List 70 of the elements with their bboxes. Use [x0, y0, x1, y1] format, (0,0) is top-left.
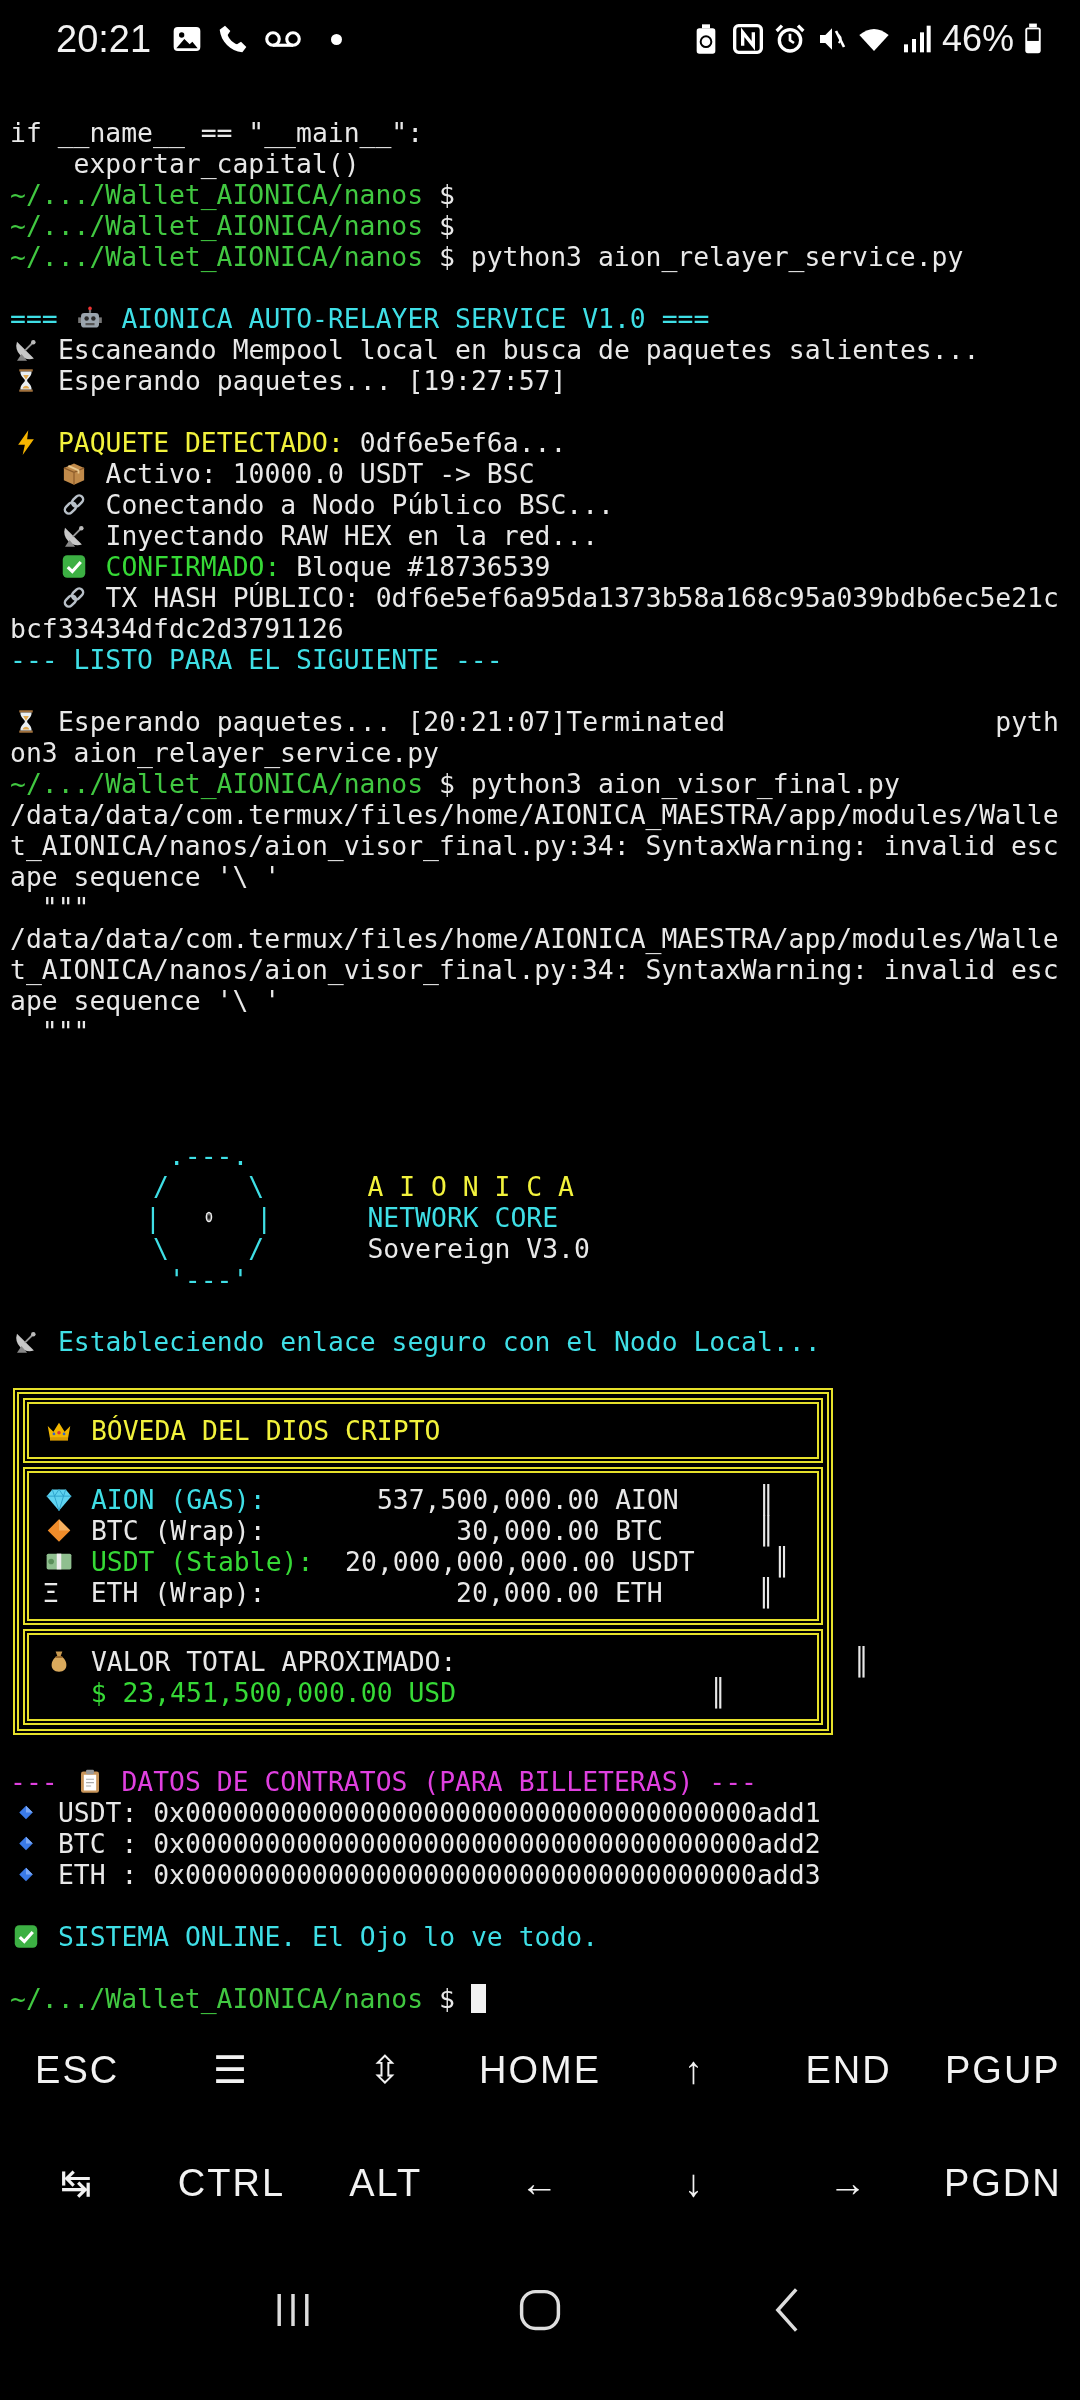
banner-text: Sovereign V3.0	[367, 1232, 590, 1264]
terminal-text: """	[41, 891, 90, 923]
terminal-text: exportar_capital()	[73, 147, 360, 179]
terminal-text: bcf33434dfdc2d3791126	[10, 612, 344, 644]
terminal-text: $ 23,451,500,000.00 USD ║	[90, 1676, 727, 1708]
terminal-text: Escaneando Mempool local en busca de paquetes salientes...	[57, 333, 980, 365]
nfc-icon	[731, 23, 764, 56]
extra-key[interactable]: ←	[462, 2126, 618, 2240]
extra-key[interactable]: ↑	[617, 2013, 772, 2127]
terminal-text: /data/data/com.termux/files/home/AIONICA_MAESTRA/app/modules/Walle	[10, 798, 1059, 830]
terminal-text: ---	[10, 1765, 58, 1797]
terminal-text: USDT: 0x000000000000000000000000000000000000add1	[57, 1796, 821, 1828]
extra-key[interactable]: ALT	[308, 2126, 463, 2240]
terminal-text: Inyectando RAW HEX en la red...	[105, 519, 599, 551]
terminal-text: ~/.../Wallet_AIONICA/nanos $	[10, 1982, 455, 2014]
terminal-text: """	[41, 1015, 90, 1047]
extra-key[interactable]: PGUP	[925, 2013, 1080, 2127]
extra-key[interactable]: HOME	[462, 2013, 618, 2127]
ascii-art: '---'	[168, 1263, 249, 1295]
terminal-text: Activo: 10000.0 USDT -> BSC	[105, 457, 535, 489]
terminal-text: AION (GAS): 537,500,000.00 AION ║	[90, 1483, 775, 1515]
terminal-text: Ξ ETH (Wrap): 20,000.00 ETH ║	[43, 1576, 774, 1608]
status-time: 20:21	[56, 17, 152, 61]
extra-key[interactable]: PGDN	[925, 2126, 1080, 2240]
ascii-art: .---.	[168, 1139, 249, 1171]
terminal-text: AIONICA AUTO-RELAYER SERVICE V1.0 ===	[121, 302, 710, 334]
extra-key[interactable]: ↹	[0, 2126, 155, 2240]
terminal-text: on3 aion_relayer_service.py	[10, 736, 439, 768]
terminal-text: SISTEMA ONLINE. El Ojo lo ve todo.	[57, 1920, 599, 1952]
terminal-text: Esperando paquetes... [20:21:07]Terminated pyth	[57, 705, 1059, 737]
terminal-text: ape sequence '\ '	[10, 984, 281, 1016]
terminal-text: CONFIRMADO: Bloque #18736539	[105, 550, 551, 582]
terminal-text: ~/.../Wallet_AIONICA/nanos $	[10, 209, 455, 241]
terminal-text: VALOR TOTAL APROXIMADO: ║	[90, 1645, 870, 1677]
extra-key[interactable]: END	[771, 2013, 926, 2127]
extra-key[interactable]: ↓	[617, 2126, 772, 2240]
terminal-text: PAQUETE DETECTADO: 0df6e5ef6a...	[57, 426, 567, 458]
terminal-text: ~/.../Wallet_AIONICA/nanos $ python3 aion_visor_final.py	[10, 767, 900, 799]
battery-icon	[1024, 23, 1042, 56]
ascii-art: |	[145, 1201, 161, 1233]
terminal-text: --- LISTO PARA EL SIGUIENTE ---	[10, 643, 503, 675]
terminal-text: DATOS DE CONTRATOS (PARA BILLETERAS) ---	[121, 1765, 757, 1797]
terminal-text: ===	[10, 302, 58, 334]
ascii-art: / \	[152, 1170, 265, 1202]
terminal-text: ETH : 0x000000000000000000000000000000000000add3	[57, 1858, 821, 1890]
terminal-text: /data/data/com.termux/files/home/AIONICA_MAESTRA/app/modules/Walle	[10, 922, 1059, 954]
terminal-text: if __name__ == "__main__":	[10, 116, 424, 148]
terminal-text: Conectando a Nodo Público BSC...	[105, 488, 614, 520]
terminal-text: t_AIONICA/nanos/aion_visor_final.py:34: SyntaxWarning: invalid esc	[10, 829, 1059, 861]
terminal-text: TX HASH PÚBLICO: 0df6e5ef6a95da1373b58a168c95a039bdb6ec5e21c	[105, 581, 1059, 613]
terminal-text: Esperando paquetes... [19:27:57]	[57, 364, 567, 396]
ascii-art: |	[256, 1201, 273, 1233]
terminal-text: BÓVEDA DEL DIOS CRIPTO	[90, 1414, 441, 1446]
terminal-text: ape sequence '\ '	[10, 860, 281, 892]
extra-key[interactable]: ☰	[154, 2013, 309, 2127]
terminal-text: BTC : 0x000000000000000000000000000000000000add2	[57, 1827, 821, 1859]
terminal-text: ~/.../Wallet_AIONICA/nanos $	[10, 178, 455, 210]
alarm-icon	[773, 23, 806, 56]
banner-text: A I O N I C A	[367, 1170, 574, 1202]
extra-key[interactable]: ⇳	[308, 2013, 463, 2127]
terminal-text: t_AIONICA/nanos/aion_visor_final.py:34: SyntaxWarning: invalid esc	[10, 953, 1059, 985]
terminal-text: ~/.../Wallet_AIONICA/nanos $ python3 aion_relayer_service.py	[10, 240, 964, 272]
extra-key[interactable]: →	[771, 2126, 926, 2240]
banner-text: NETWORK CORE	[367, 1201, 559, 1233]
extra-key[interactable]: ESC	[0, 2013, 155, 2127]
notification-dot-icon	[331, 33, 343, 45]
battery-percent: 46%	[941, 18, 1014, 61]
terminal-text: BTC (Wrap): 30,000.00 BTC ║	[90, 1514, 775, 1546]
terminal-text: Estableciendo enlace seguro con el Nodo Local...	[57, 1325, 821, 1357]
extra-key[interactable]: CTRL	[154, 2126, 309, 2240]
